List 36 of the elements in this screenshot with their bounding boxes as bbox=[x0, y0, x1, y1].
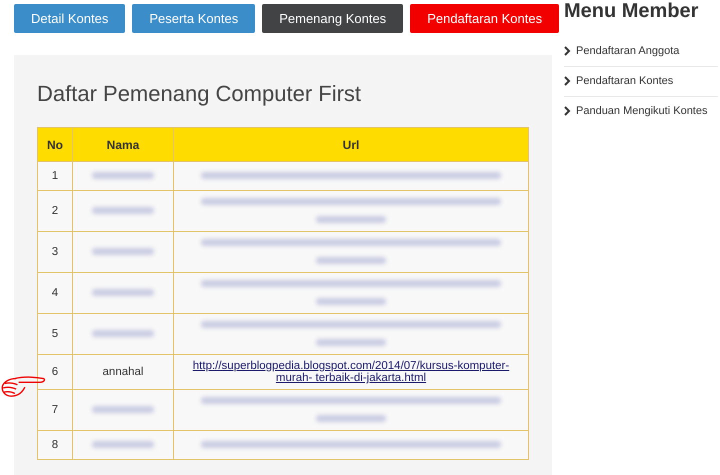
table-cell: 7 bbox=[38, 390, 72, 430]
chevron-right-icon bbox=[564, 76, 571, 86]
blurred-text bbox=[92, 289, 154, 296]
blurred-text bbox=[92, 172, 154, 179]
nav-button[interactable]: Pemenang Kontes bbox=[262, 4, 404, 33]
chevron-right-icon bbox=[564, 106, 571, 116]
chevron-right-icon bbox=[564, 46, 571, 56]
nav-button[interactable]: Peserta Kontes bbox=[132, 4, 256, 33]
sidebar-link[interactable]: Pendaftaran Anggota bbox=[576, 45, 680, 57]
table-cell: 1 bbox=[38, 162, 72, 190]
table-cell: 2 bbox=[38, 190, 72, 232]
blurred-text bbox=[92, 207, 154, 214]
nav-button[interactable]: Pendaftaran Kontes bbox=[410, 4, 560, 33]
sidebar-link[interactable]: Pendaftaran Kontes bbox=[576, 75, 674, 87]
blurred-text bbox=[316, 216, 386, 223]
column-header: No bbox=[38, 128, 72, 162]
blurred-text bbox=[316, 257, 386, 264]
column-header: Nama bbox=[72, 128, 174, 162]
page-title: Daftar Pemenang Computer First bbox=[37, 81, 362, 107]
table-cell: 4 bbox=[38, 272, 72, 314]
table-cell: 6 bbox=[38, 354, 72, 390]
blurred-text bbox=[316, 298, 386, 305]
nav-button[interactable]: Detail Kontes bbox=[14, 4, 126, 33]
blurred-text bbox=[92, 441, 154, 448]
sidebar-link[interactable]: Panduan Mengikuti Kontes bbox=[576, 105, 708, 117]
column-header: Url bbox=[174, 128, 528, 162]
table-cell: annahal bbox=[72, 354, 174, 390]
blurred-text bbox=[92, 406, 154, 413]
sidebar-title: Menu Member bbox=[564, 0, 700, 23]
table-cell: 8 bbox=[38, 430, 72, 460]
table-cell: 3 bbox=[38, 232, 72, 272]
table-cell: 5 bbox=[38, 314, 72, 354]
blurred-text bbox=[92, 330, 154, 337]
blurred-text bbox=[92, 248, 154, 255]
blurred-text bbox=[316, 339, 386, 346]
blurred-text bbox=[316, 415, 386, 422]
